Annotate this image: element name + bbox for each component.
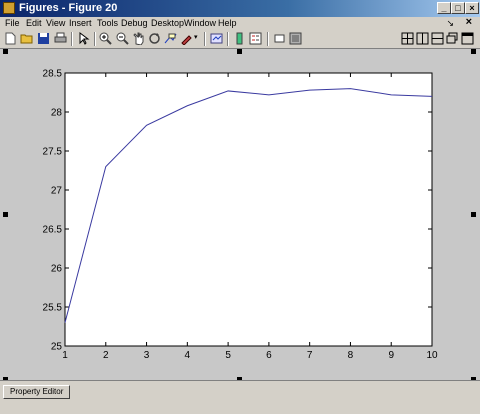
colorbar-icon[interactable]	[233, 32, 246, 45]
bottom-panel: Property Editor	[0, 380, 480, 414]
legend-icon[interactable]	[249, 32, 262, 45]
y-tick-label: 28	[51, 108, 63, 119]
y-tick-label: 26.5	[43, 225, 63, 236]
plot-axes[interactable]	[64, 72, 433, 347]
menu-view[interactable]: View	[46, 17, 65, 29]
y-tick-label: 27.5	[43, 147, 63, 158]
x-tick-label: 2	[103, 350, 109, 361]
undock-arrow-icon[interactable]: ↘	[446, 17, 454, 29]
x-tick-label: 5	[225, 350, 231, 361]
close-button[interactable]: ×	[465, 2, 479, 14]
menu-help[interactable]: Help	[218, 17, 237, 29]
x-tick-label: 1	[62, 350, 68, 361]
open-icon[interactable]	[20, 32, 33, 45]
x-tick-labels: 1 2 3 4 5 6 7 8 9 10	[62, 350, 438, 361]
tile-grid-icon[interactable]	[401, 32, 414, 45]
zoom-in-icon[interactable]	[99, 32, 112, 45]
save-icon[interactable]	[37, 32, 50, 45]
y-tick-label: 25.5	[43, 303, 63, 314]
y-tick-label: 26	[51, 264, 63, 275]
menu-tools[interactable]: Tools	[97, 17, 118, 29]
split-vertical-icon[interactable]	[416, 32, 429, 45]
show-plot-tools-icon[interactable]	[289, 32, 302, 45]
y-tick-label: 28.5	[43, 69, 63, 80]
brush-dropdown-icon[interactable]: ▾	[194, 33, 198, 41]
rotate-3d-icon[interactable]	[148, 32, 161, 45]
pan-icon[interactable]	[132, 32, 145, 45]
toolbar-separator	[71, 32, 73, 46]
brush-icon[interactable]	[180, 32, 193, 45]
property-editor-tab[interactable]: Property Editor	[3, 385, 71, 399]
x-tick-label: 8	[348, 350, 354, 361]
hide-plot-tools-icon[interactable]	[273, 32, 286, 45]
menu-debug[interactable]: Debug	[121, 17, 148, 29]
menu-file[interactable]: File	[5, 17, 20, 29]
y-tick-labels: 25 25.5 26 26.5 27 27.5 28 28.5	[43, 69, 63, 353]
float-icon[interactable]	[446, 32, 459, 45]
data-cursor-icon[interactable]	[164, 32, 177, 45]
x-tick-label: 3	[144, 350, 150, 361]
x-tick-label: 7	[307, 350, 313, 361]
toolbar-separator	[267, 32, 269, 46]
menu-window[interactable]: Window	[184, 17, 216, 29]
print-icon[interactable]	[54, 32, 67, 45]
menu-bar: File Edit View Insert Tools Debug Deskto…	[0, 16, 480, 31]
split-horizontal-icon[interactable]	[431, 32, 444, 45]
x-tick-label: 4	[185, 350, 191, 361]
toolbar: ▾	[0, 31, 480, 47]
dock-icon[interactable]	[461, 32, 474, 45]
x-tick-label: 9	[388, 350, 394, 361]
y-tick-label: 27	[51, 186, 63, 197]
matlab-figure-icon	[3, 2, 15, 14]
toolbar-separator	[204, 32, 206, 46]
selection-handle[interactable]	[3, 49, 8, 54]
x-tick-label: 6	[266, 350, 272, 361]
line-plot: 25 25.5 26 26.5 27 27.5 28 28.5 1 2 3 4 5 6 7 8 9 10	[43, 69, 438, 362]
new-figure-icon[interactable]	[4, 32, 17, 45]
selection-handle[interactable]	[3, 212, 8, 217]
figure-close-icon[interactable]: ×	[466, 16, 472, 28]
zoom-out-icon[interactable]	[116, 32, 129, 45]
selection-handle[interactable]	[471, 49, 476, 54]
window-title: Figures - Figure 20	[19, 2, 118, 14]
toolbar-separator	[227, 32, 229, 46]
title-bar: Figures - Figure 20 _ □ ×	[0, 0, 480, 17]
x-tick-label: 10	[426, 350, 438, 361]
toolbar-separator	[94, 32, 96, 46]
edit-plot-icon[interactable]	[77, 32, 90, 45]
y-tick-label: 25	[51, 342, 63, 353]
maximize-button[interactable]: □	[451, 2, 465, 14]
selection-handle[interactable]	[237, 49, 242, 54]
minimize-button[interactable]: _	[437, 2, 451, 14]
link-plot-icon[interactable]	[210, 32, 223, 45]
menu-desktop[interactable]: Desktop	[151, 17, 184, 29]
menu-edit[interactable]: Edit	[26, 17, 42, 29]
menu-insert[interactable]: Insert	[69, 17, 92, 29]
selection-handle[interactable]	[471, 212, 476, 217]
